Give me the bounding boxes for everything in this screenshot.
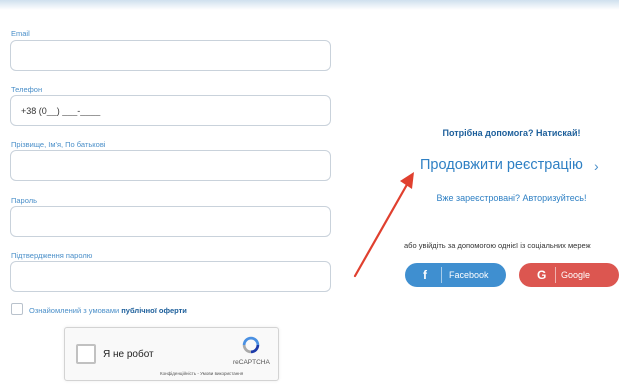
recaptcha-brand: reCAPTCHA [233,359,270,366]
top-gradient-strip [0,0,619,10]
agree-prefix: Ознайомлений з умовами [29,306,120,315]
public-offer-link[interactable]: публічної оферти [121,306,187,315]
email-field[interactable] [10,40,331,71]
recaptcha-legal-links[interactable]: Конфіденційність - Умови використання [160,371,243,376]
agree-text: Ознайомлений з умовами публічної оферти [29,306,187,315]
recaptcha-label: Я не робот [103,349,154,360]
full-name-label: Прізвище, Ім'я, По батькові [11,140,106,149]
help-link[interactable]: Потрібна допомога? Натискай! [404,128,619,138]
password-label: Пароль [11,196,38,205]
google-icon: G [537,268,547,282]
button-divider [555,267,556,283]
recaptcha-logo-icon [242,336,260,354]
agree-checkbox[interactable] [11,303,23,315]
phone-field[interactable] [10,95,331,126]
email-label: Email [11,29,30,38]
recaptcha-checkbox[interactable] [76,344,96,364]
recaptcha-widget: Я не робот reCAPTCHA Конфіденційність - … [64,327,279,381]
continue-registration-link[interactable]: Продовжити реєстрацію [420,157,583,173]
google-login-button[interactable]: G Google [519,263,619,287]
button-divider [441,267,442,283]
google-button-label: Google [561,270,591,280]
confirm-password-label: Підтвердження паролю [11,251,93,260]
chevron-right-icon: › [594,158,599,174]
password-field[interactable] [10,206,331,237]
confirm-password-field[interactable] [10,261,331,292]
login-link[interactable]: Вже зареєстровані? Авторизуйтесь! [404,193,619,203]
facebook-icon: f [423,268,427,282]
facebook-login-button[interactable]: f Facebook [405,263,506,287]
facebook-button-label: Facebook [449,270,489,280]
social-login-prompt: або увійдіть за допомогою однієї із соці… [404,241,591,250]
full-name-field[interactable] [10,150,331,181]
phone-label: Телефон [11,85,43,94]
